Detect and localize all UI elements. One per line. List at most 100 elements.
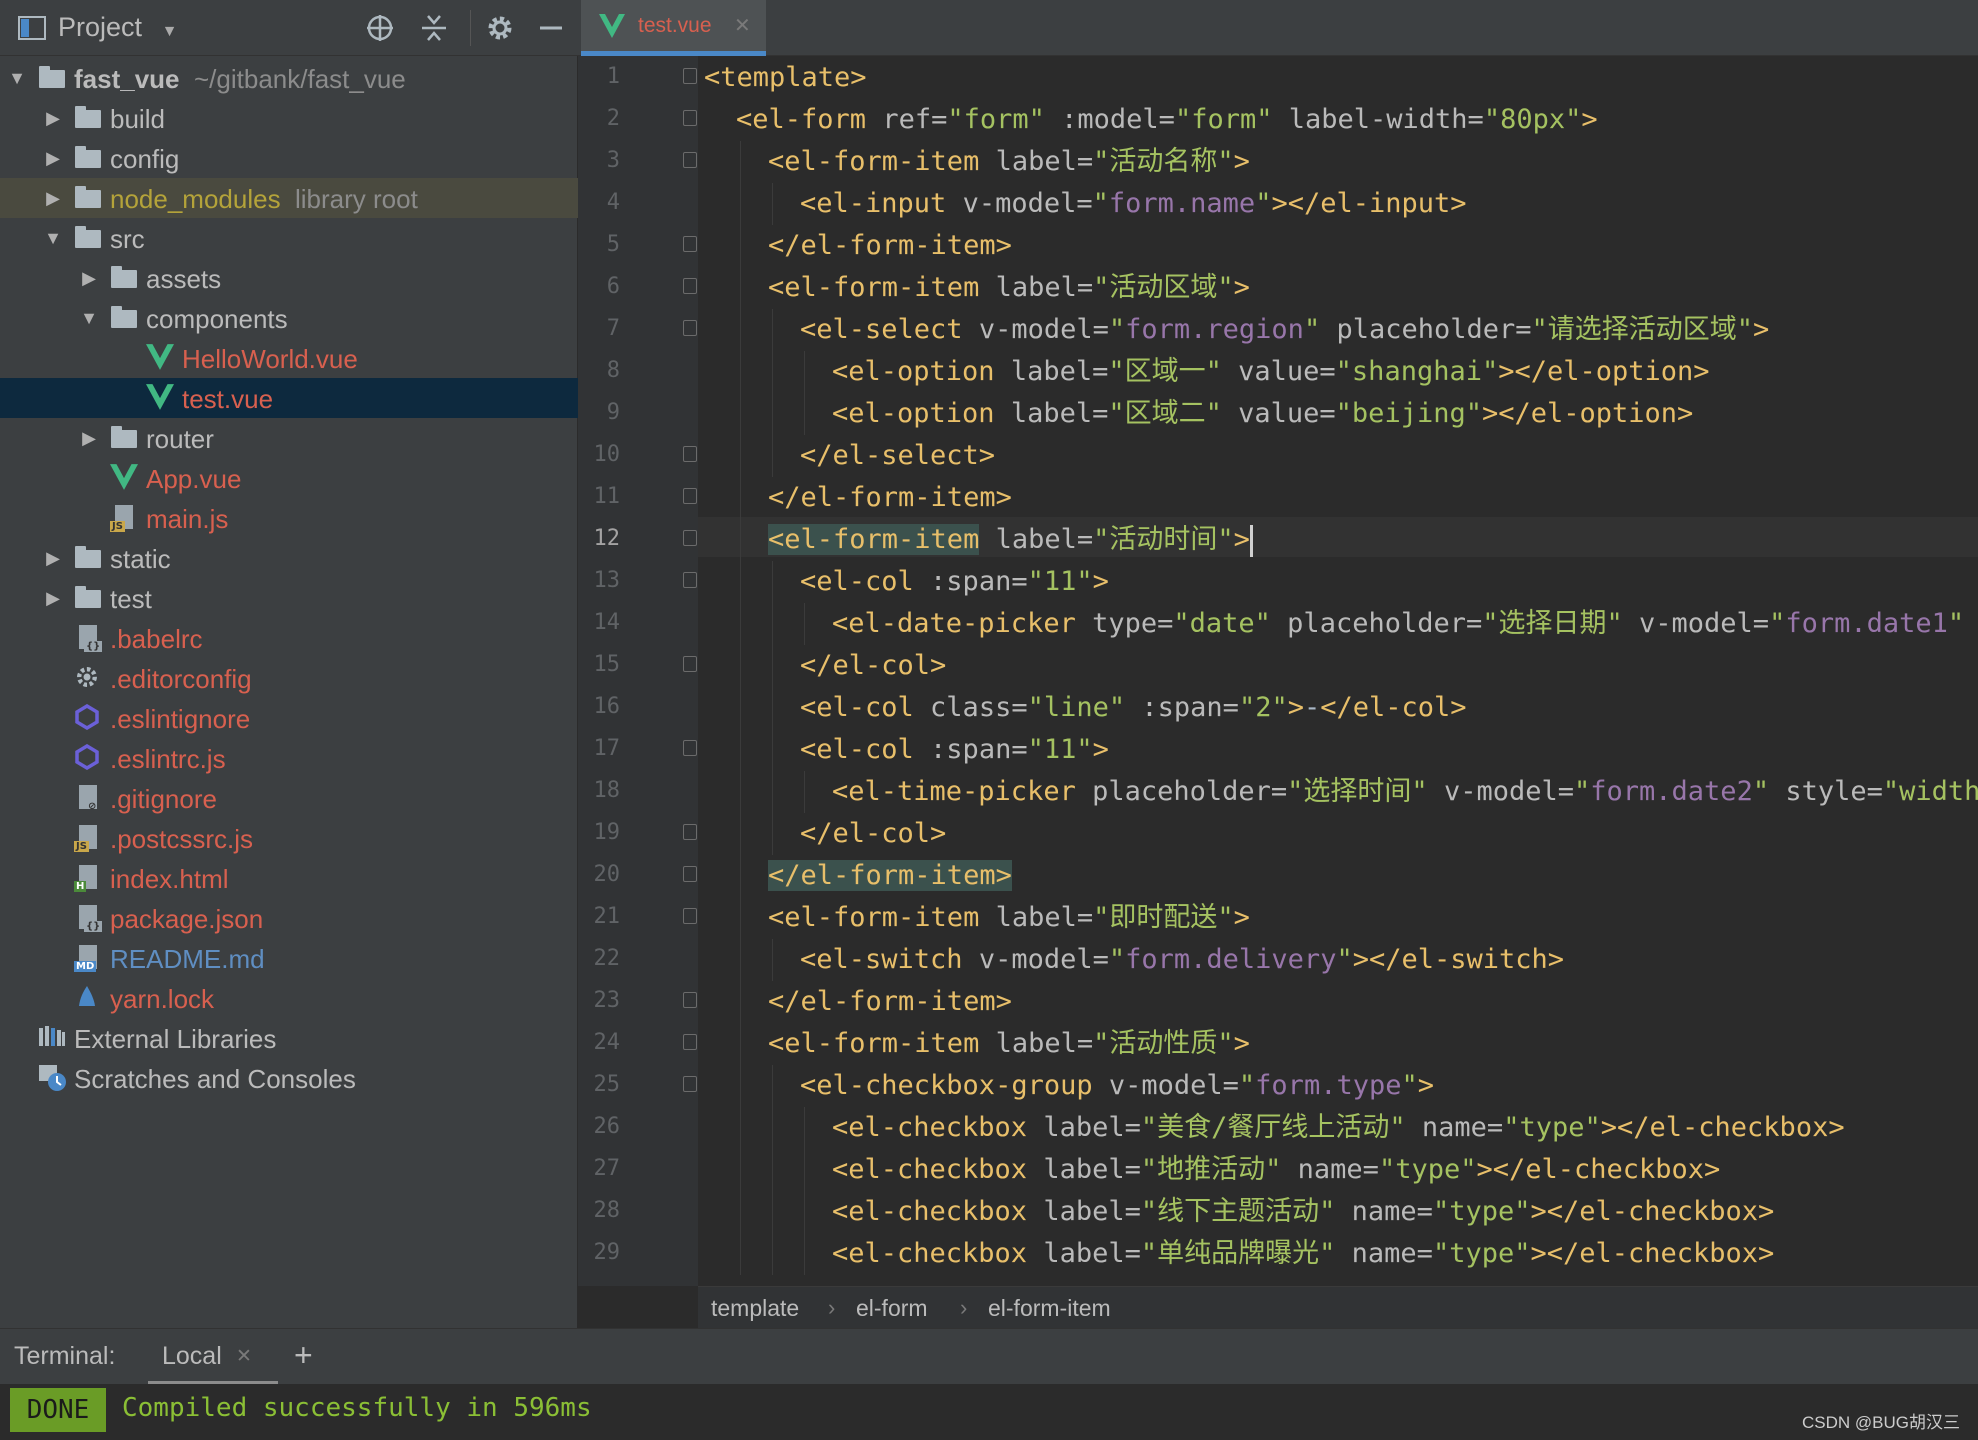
breadcrumb-item-template[interactable]: template [711,1295,799,1322]
tree-item-assets[interactable]: ▶ assets [0,258,578,298]
fold-marker-icon[interactable] [683,866,697,882]
code-token: ></el-input> [1271,188,1467,219]
fold-marker-icon[interactable] [683,278,697,294]
tree-item-index-html[interactable]: Hindex.html [0,858,578,898]
chevron-right-icon[interactable]: ▶ [42,98,64,138]
indent-guide [740,645,741,687]
tree-item-test-vue[interactable]: test.vue [0,378,578,418]
tree-item-label: fast_vue [74,64,180,94]
tree-item-components[interactable]: ▼ components [0,298,578,338]
close-icon[interactable]: ✕ [734,13,751,38]
fold-marker-icon[interactable] [683,656,697,672]
fold-marker-icon[interactable] [683,1034,697,1050]
tree-item-gitignore[interactable]: ⊘ .gitignore [0,778,578,818]
fold-marker-icon[interactable] [683,152,697,168]
tree-item-package-json[interactable]: {} package.json [0,898,578,938]
chevron-right-icon[interactable]: ▶ [42,138,64,178]
locate-file-icon[interactable] [364,12,396,44]
tree-item-static[interactable]: ▶ static [0,538,578,578]
editor-tab-test-vue[interactable]: test.vue ✕ [581,0,766,56]
tree-item-router[interactable]: ▶ router [0,418,578,458]
chevron-right-icon[interactable]: ▶ [42,178,64,218]
tree-item-app-vue[interactable]: App.vue [0,458,578,498]
folder-icon [75,226,101,248]
close-icon[interactable]: ✕ [236,1345,252,1368]
tree-item-scratches-and-consoles[interactable]: Scratches and Consoles [0,1058,578,1098]
tree-item-config[interactable]: ▶ config [0,138,578,178]
tree-item-editorconfig[interactable]: .editorconfig [0,658,578,698]
fold-marker-icon[interactable] [683,236,697,252]
line-number: 29 [593,1240,621,1265]
code-line: <el-col :span="11"> [800,729,1109,771]
project-view-icon[interactable] [16,12,48,44]
indent-guide [772,351,773,393]
code-token: " [1238,1070,1256,1101]
collapse-all-icon[interactable] [418,12,450,44]
breadcrumb-item-el-form-item[interactable]: el-form-item [988,1295,1111,1322]
fold-marker-icon[interactable] [683,530,697,546]
indent-guide [772,309,773,351]
terminal-output[interactable]: DONE Compiled successfully in 596ms CSDN… [0,1384,1978,1440]
chevron-down-icon[interactable]: ▼ [42,218,64,258]
indent-guide [772,687,773,729]
tree-item-fast-vue[interactable]: ▼ fast_vue ~/gitbank/fast_vue [0,58,578,98]
code-token: type= [1092,608,1174,639]
code-token: form.name [1108,188,1256,219]
fold-marker-icon[interactable] [683,992,697,1008]
code-token: "2" [1238,692,1288,723]
chevron-right-icon[interactable]: ▶ [42,578,64,618]
breadcrumb-item-el-form[interactable]: el-form [856,1295,928,1322]
project-view-selector[interactable]: Project ▼ [58,12,177,43]
tree-item-babelrc[interactable]: {} .babelrc [0,618,578,658]
new-terminal-button[interactable]: + [294,1337,313,1374]
tree-item-label: .gitignore [110,784,217,814]
fold-marker-icon[interactable] [683,908,697,924]
tree-item-label: test [110,584,152,614]
hide-panel-icon[interactable] [535,12,567,44]
fold-marker-icon[interactable] [683,320,697,336]
tree-item-eslintrc-js[interactable]: .eslintrc.js [0,738,578,778]
indent-guide [772,1191,773,1233]
fold-marker-icon[interactable] [683,572,697,588]
code-line: <el-col class="line" :span="2">-</el-col… [800,687,1467,729]
tree-item-test[interactable]: ▶ test [0,578,578,618]
line-number: 3 [606,148,620,173]
fold-marker-icon[interactable] [683,110,697,126]
code-token: v-model= [978,944,1109,975]
code-token: " [1752,776,1770,807]
fold-marker-icon[interactable] [683,1076,697,1092]
code-token: label= [995,902,1094,933]
code-token: <el-option [832,398,1011,429]
indent-guide [740,603,741,645]
tree-item-label: .eslintignore [110,704,251,734]
fold-marker-icon[interactable] [683,488,697,504]
terminal-tab-local[interactable]: Local ✕ [148,1329,278,1385]
chevron-right-icon[interactable]: ▶ [78,418,100,458]
tree-item-eslintignore[interactable]: .eslintignore [0,698,578,738]
tree-item-build[interactable]: ▶ build [0,98,578,138]
fold-marker-icon[interactable] [683,740,697,756]
code-token: > [1233,524,1250,555]
tree-item-node-modules[interactable]: ▶ node_modules library root [0,178,578,218]
chevron-right-icon[interactable]: ▶ [42,538,64,578]
chevron-right-icon[interactable]: ▶ [78,258,100,298]
tree-item-main-js[interactable]: JS main.js [0,498,578,538]
tree-item-yarn-lock[interactable]: yarn.lock [0,978,578,1018]
chevron-down-icon[interactable]: ▼ [78,298,100,338]
code-token: form.date2 [1590,776,1753,807]
fold-marker-icon[interactable] [683,68,697,84]
code-token: form.date1 [1785,608,1948,639]
tree-item-helloworld-vue[interactable]: HelloWorld.vue [0,338,578,378]
chevron-down-icon[interactable]: ▼ [6,58,28,98]
tree-item-postcssrc-js[interactable]: JS .postcssrc.js [0,818,578,858]
tree-item-readme-md[interactable]: MD README.md [0,938,578,978]
fold-marker-icon[interactable] [683,446,697,462]
line-number: 21 [593,904,621,929]
tree-item-external-libraries[interactable]: External Libraries [0,1018,578,1058]
fold-marker-icon[interactable] [683,824,697,840]
tree-item-src[interactable]: ▼ src [0,218,578,258]
indent-guide [740,1191,741,1233]
code-line: </el-select> [800,435,995,477]
gear-icon[interactable] [484,12,516,44]
code-line: <el-option label="区域一" value="shanghai">… [832,351,1710,393]
